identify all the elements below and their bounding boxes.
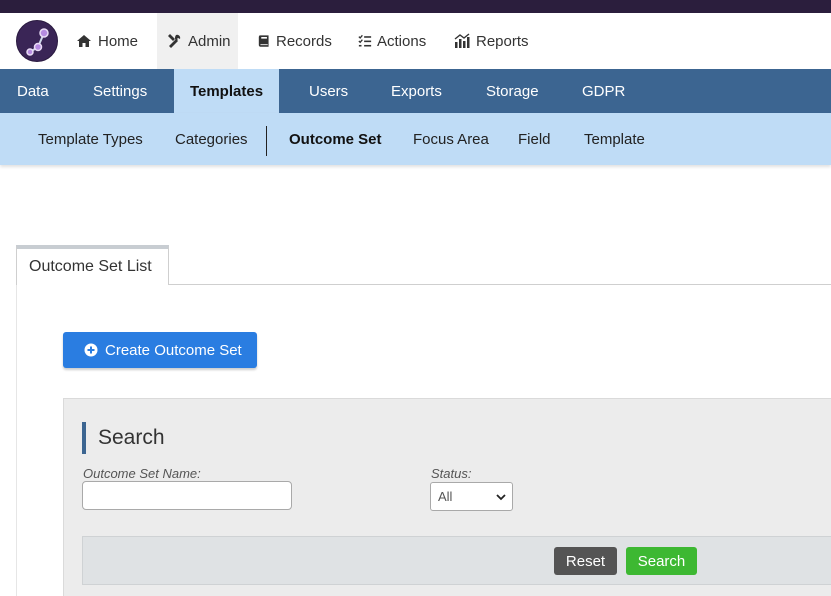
home-icon [77, 35, 91, 47]
subtab-field-label: Field [518, 130, 551, 148]
tab-settings-label: Settings [93, 82, 148, 100]
nav-actions-label: Actions [377, 32, 427, 50]
subtab-template-label: Template [584, 130, 645, 148]
tab-data[interactable]: Data [17, 69, 49, 113]
tab-outcome-set-list-label: Outcome Set List [29, 258, 152, 275]
search-heading-text: Search [98, 426, 165, 449]
tab-storage-label: Storage [486, 82, 539, 100]
tab-templates[interactable]: Templates [174, 69, 279, 113]
status-label: Status: [431, 466, 472, 481]
nav-home-label: Home [98, 32, 139, 50]
subnav-divider [266, 126, 267, 156]
top-accent-bar [0, 0, 831, 13]
search-button-label: Search [637, 552, 686, 570]
subtab-outcome-set-label: Outcome Set [289, 130, 382, 148]
nav-reports-label: Reports [476, 32, 529, 50]
book-icon [258, 35, 269, 47]
subtab-field[interactable]: Field [518, 113, 551, 165]
tab-data-label: Data [17, 82, 49, 100]
reset-button-label: Reset [565, 552, 606, 570]
tab-gdpr[interactable]: GDPR [582, 69, 625, 113]
nav-actions[interactable]: Actions [358, 13, 438, 69]
plus-circle-icon [84, 343, 98, 357]
logo-network-icon [26, 28, 49, 56]
app-logo[interactable] [16, 20, 58, 62]
nav-home[interactable]: Home [76, 13, 146, 69]
tab-templates-label: Templates [189, 82, 264, 100]
chevron-down-icon [496, 494, 506, 501]
nav-records-label: Records [276, 32, 332, 50]
tab-outcome-set-list[interactable]: Outcome Set List [16, 245, 169, 285]
tab-storage[interactable]: Storage [486, 69, 539, 113]
chart-icon [454, 33, 470, 48]
status-select[interactable]: All [430, 482, 513, 511]
create-outcome-set-button[interactable]: Create Outcome Set [63, 332, 257, 368]
outcome-set-name-input[interactable] [82, 481, 292, 510]
checklist-icon [358, 34, 372, 47]
subtab-categories[interactable]: Categories [175, 113, 248, 165]
subtab-template[interactable]: Template [584, 113, 645, 165]
outcome-set-name-label: Outcome Set Name: [83, 466, 201, 481]
nav-admin[interactable]: Admin [157, 13, 238, 69]
subtab-outcome-set[interactable]: Outcome Set [289, 113, 382, 165]
create-outcome-set-label: Create Outcome Set [105, 341, 242, 359]
nav-records[interactable]: Records [258, 13, 338, 69]
subtab-focus-area[interactable]: Focus Area [413, 113, 489, 165]
tab-settings[interactable]: Settings [93, 69, 147, 113]
subtab-template-types[interactable]: Template Types [38, 113, 143, 165]
tab-users[interactable]: Users [309, 69, 348, 113]
subtab-focus-area-label: Focus Area [413, 130, 489, 148]
search-heading: Search [82, 422, 165, 454]
tools-icon [168, 34, 181, 48]
panel-border [16, 284, 17, 596]
nav-reports[interactable]: Reports [454, 13, 539, 69]
search-actions-bar [82, 536, 831, 585]
subtab-categories-label: Categories [175, 130, 248, 148]
search-button[interactable]: Search [626, 547, 697, 575]
nav-admin-label: Admin [188, 32, 231, 50]
status-selected-value: All [438, 489, 453, 504]
subtab-template-types-label: Template Types [38, 130, 143, 148]
tab-exports-label: Exports [391, 82, 442, 100]
tab-exports[interactable]: Exports [391, 69, 442, 113]
tab-gdpr-label: GDPR [582, 82, 626, 100]
tab-users-label: Users [309, 82, 349, 100]
reset-button[interactable]: Reset [554, 547, 617, 575]
